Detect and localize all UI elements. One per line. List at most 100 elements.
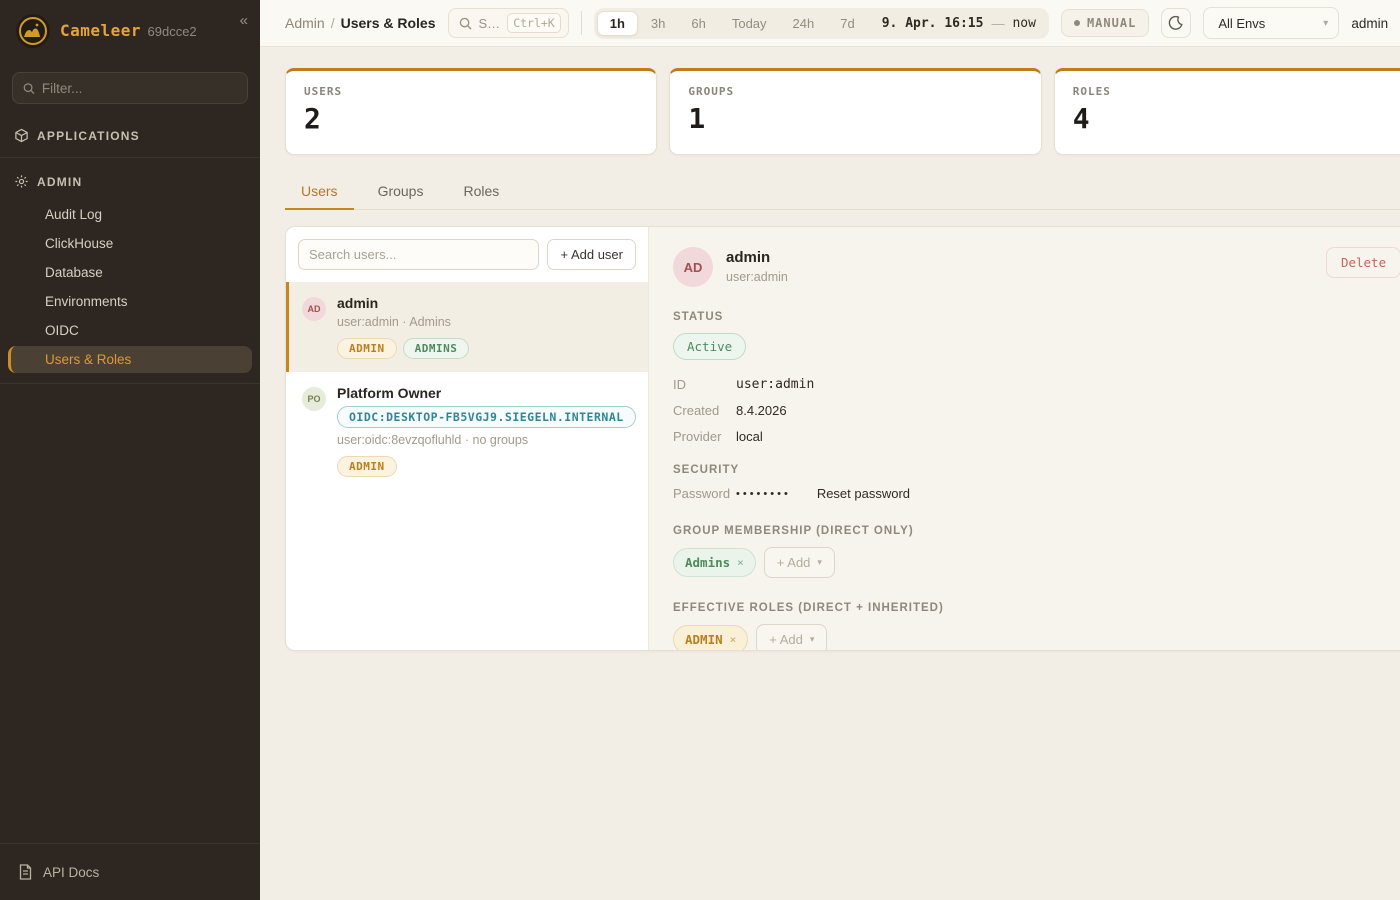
security-section-header: SECURITY (673, 464, 1400, 476)
document-icon (18, 864, 33, 880)
user-detail: AD admin user:admin Delete STATUS Active… (649, 227, 1400, 650)
sidebar-nav: Audit Log ClickHouse Database Environmen… (0, 197, 260, 373)
stat-card-users: USERS 2 (285, 68, 657, 155)
time-to[interactable]: now (1004, 16, 1045, 31)
app-version: 69dcce2 (148, 24, 197, 39)
password-row: Password •••••••• Reset password (673, 486, 1400, 501)
sidebar-divider (0, 383, 260, 384)
field-row-created: Created 8.4.2026 (673, 403, 1400, 418)
time-range-6h[interactable]: 6h (678, 11, 718, 36)
app-title: Cameleer (60, 21, 141, 40)
tab-groups[interactable]: Groups (362, 175, 440, 210)
search-users-input[interactable] (298, 239, 539, 270)
roles-section-header: EFFECTIVE ROLES (DIRECT + INHERITED) (673, 602, 1400, 614)
time-range-24h[interactable]: 24h (780, 11, 828, 36)
field-value: 8.4.2026 (736, 403, 787, 418)
time-from[interactable]: 9. Apr. 16:15 (868, 16, 992, 31)
field-label: Provider (673, 429, 736, 444)
sidebar-item-users-roles[interactable]: Users & Roles (8, 346, 252, 373)
users-panel: + Add user AD admin user:admin · Admins … (285, 226, 1400, 651)
topbar-right: MANUAL All Envs ▾ admin AD (1061, 7, 1400, 39)
cube-icon (14, 128, 29, 143)
user-list-header: + Add user (286, 227, 648, 282)
status-dot (1074, 20, 1080, 26)
stats-row: USERS 2 GROUPS 1 ROLES 4 (285, 68, 1400, 155)
sidebar-item-environments[interactable]: Environments (8, 288, 252, 315)
field-row-provider: Provider local (673, 429, 1400, 444)
avatar: PO (302, 387, 326, 411)
avatar: AD (302, 297, 326, 321)
chevron-down-icon: ▾ (810, 634, 815, 645)
field-label: Created (673, 403, 736, 418)
sidebar-filter[interactable] (12, 72, 248, 104)
content: USERS 2 GROUPS 1 ROLES 4 Users Groups Ro… (260, 47, 1400, 900)
add-role-button[interactable]: + Add ▾ (756, 624, 827, 650)
sidebar-divider (0, 157, 260, 158)
field-value: local (736, 429, 763, 444)
sidebar-section-applications[interactable]: APPLICATIONS (0, 118, 260, 151)
role-badge: ADMIN (337, 338, 397, 359)
time-range-3h[interactable]: 3h (638, 11, 678, 36)
group-badge: ADMINS (403, 338, 470, 359)
time-range-1h[interactable]: 1h (597, 11, 638, 36)
user-list-item-admin[interactable]: AD admin user:admin · Admins ADMIN ADMIN… (286, 282, 648, 372)
sidebar-item-audit-log[interactable]: Audit Log (8, 201, 252, 228)
sidebar-collapse-icon[interactable]: « (240, 12, 248, 29)
delete-user-button[interactable]: Delete (1326, 247, 1400, 278)
sidebar-item-database[interactable]: Database (8, 259, 252, 286)
remove-chip-icon[interactable]: × (737, 556, 744, 569)
remove-chip-icon[interactable]: × (730, 633, 737, 646)
groups-section-header: GROUP MEMBERSHIP (DIRECT ONLY) (673, 525, 1400, 537)
user-name: admin (337, 295, 469, 311)
avatar: AD (673, 247, 713, 287)
field-row-id: ID user:admin (673, 377, 1400, 392)
badge-row: ADMIN ADMINS (337, 338, 469, 359)
tab-bar: Users Groups Roles (285, 175, 1400, 210)
time-range-7d[interactable]: 7d (827, 11, 867, 36)
api-docs-link[interactable]: API Docs (0, 850, 260, 900)
breadcrumb-admin[interactable]: Admin (285, 15, 325, 31)
sidebar-filter-input[interactable] (42, 81, 237, 96)
sidebar-item-clickhouse[interactable]: ClickHouse (8, 230, 252, 257)
current-user-name: admin (1351, 16, 1388, 31)
env-select-value: All Envs (1218, 16, 1265, 31)
search-icon (459, 17, 472, 30)
detail-user-id: user:admin (726, 270, 788, 284)
group-chips: Admins × + Add ▾ (673, 547, 1400, 578)
theme-toggle-button[interactable] (1161, 8, 1191, 38)
user-list-item-platform-owner[interactable]: PO Platform Owner OIDC:DESKTOP-FB5VGJ9.S… (286, 372, 648, 490)
main: Admin / Users & Roles S… Ctrl+K 1h 3h 6h… (260, 0, 1400, 900)
sidebar: Cameleer 69dcce2 « APPLICATIONS ADMIN Au… (0, 0, 260, 900)
topbar-divider (581, 11, 582, 35)
refresh-mode-badge[interactable]: MANUAL (1061, 9, 1149, 37)
add-user-button[interactable]: + Add user (547, 239, 636, 270)
section-label: APPLICATIONS (37, 129, 140, 143)
camel-logo-icon (18, 16, 48, 46)
tab-users[interactable]: Users (285, 175, 354, 210)
badge-row: ADMIN (337, 456, 636, 477)
sidebar-item-oidc[interactable]: OIDC (8, 317, 252, 344)
password-mask: •••••••• (736, 488, 791, 500)
reset-password-button[interactable]: Reset password (817, 486, 910, 501)
status-badge: Active (673, 333, 746, 360)
sidebar-section-admin[interactable]: ADMIN (0, 164, 260, 197)
sidebar-divider (0, 843, 260, 844)
add-group-button[interactable]: + Add ▾ (764, 547, 835, 578)
stat-card-groups: GROUPS 1 (669, 68, 1041, 155)
role-chip-admin: ADMIN × (673, 625, 748, 650)
field-value: user:admin (736, 377, 814, 392)
app-logo (16, 14, 50, 48)
tab-roles[interactable]: Roles (447, 175, 515, 210)
user-subtitle: user:admin · Admins (337, 315, 469, 329)
role-chips: ADMIN × + Add ▾ (673, 624, 1400, 650)
password-label: Password (673, 486, 736, 501)
field-label: ID (673, 377, 736, 392)
env-select[interactable]: All Envs ▾ (1203, 7, 1339, 39)
gear-icon (14, 174, 29, 189)
global-search-label: S… (479, 16, 501, 31)
time-range-today[interactable]: Today (719, 11, 780, 36)
stat-value: 4 (1073, 102, 1400, 135)
global-search-button[interactable]: S… Ctrl+K (448, 8, 569, 38)
chip-label: ADMIN (685, 632, 723, 647)
chevron-down-icon: ▾ (817, 557, 822, 568)
